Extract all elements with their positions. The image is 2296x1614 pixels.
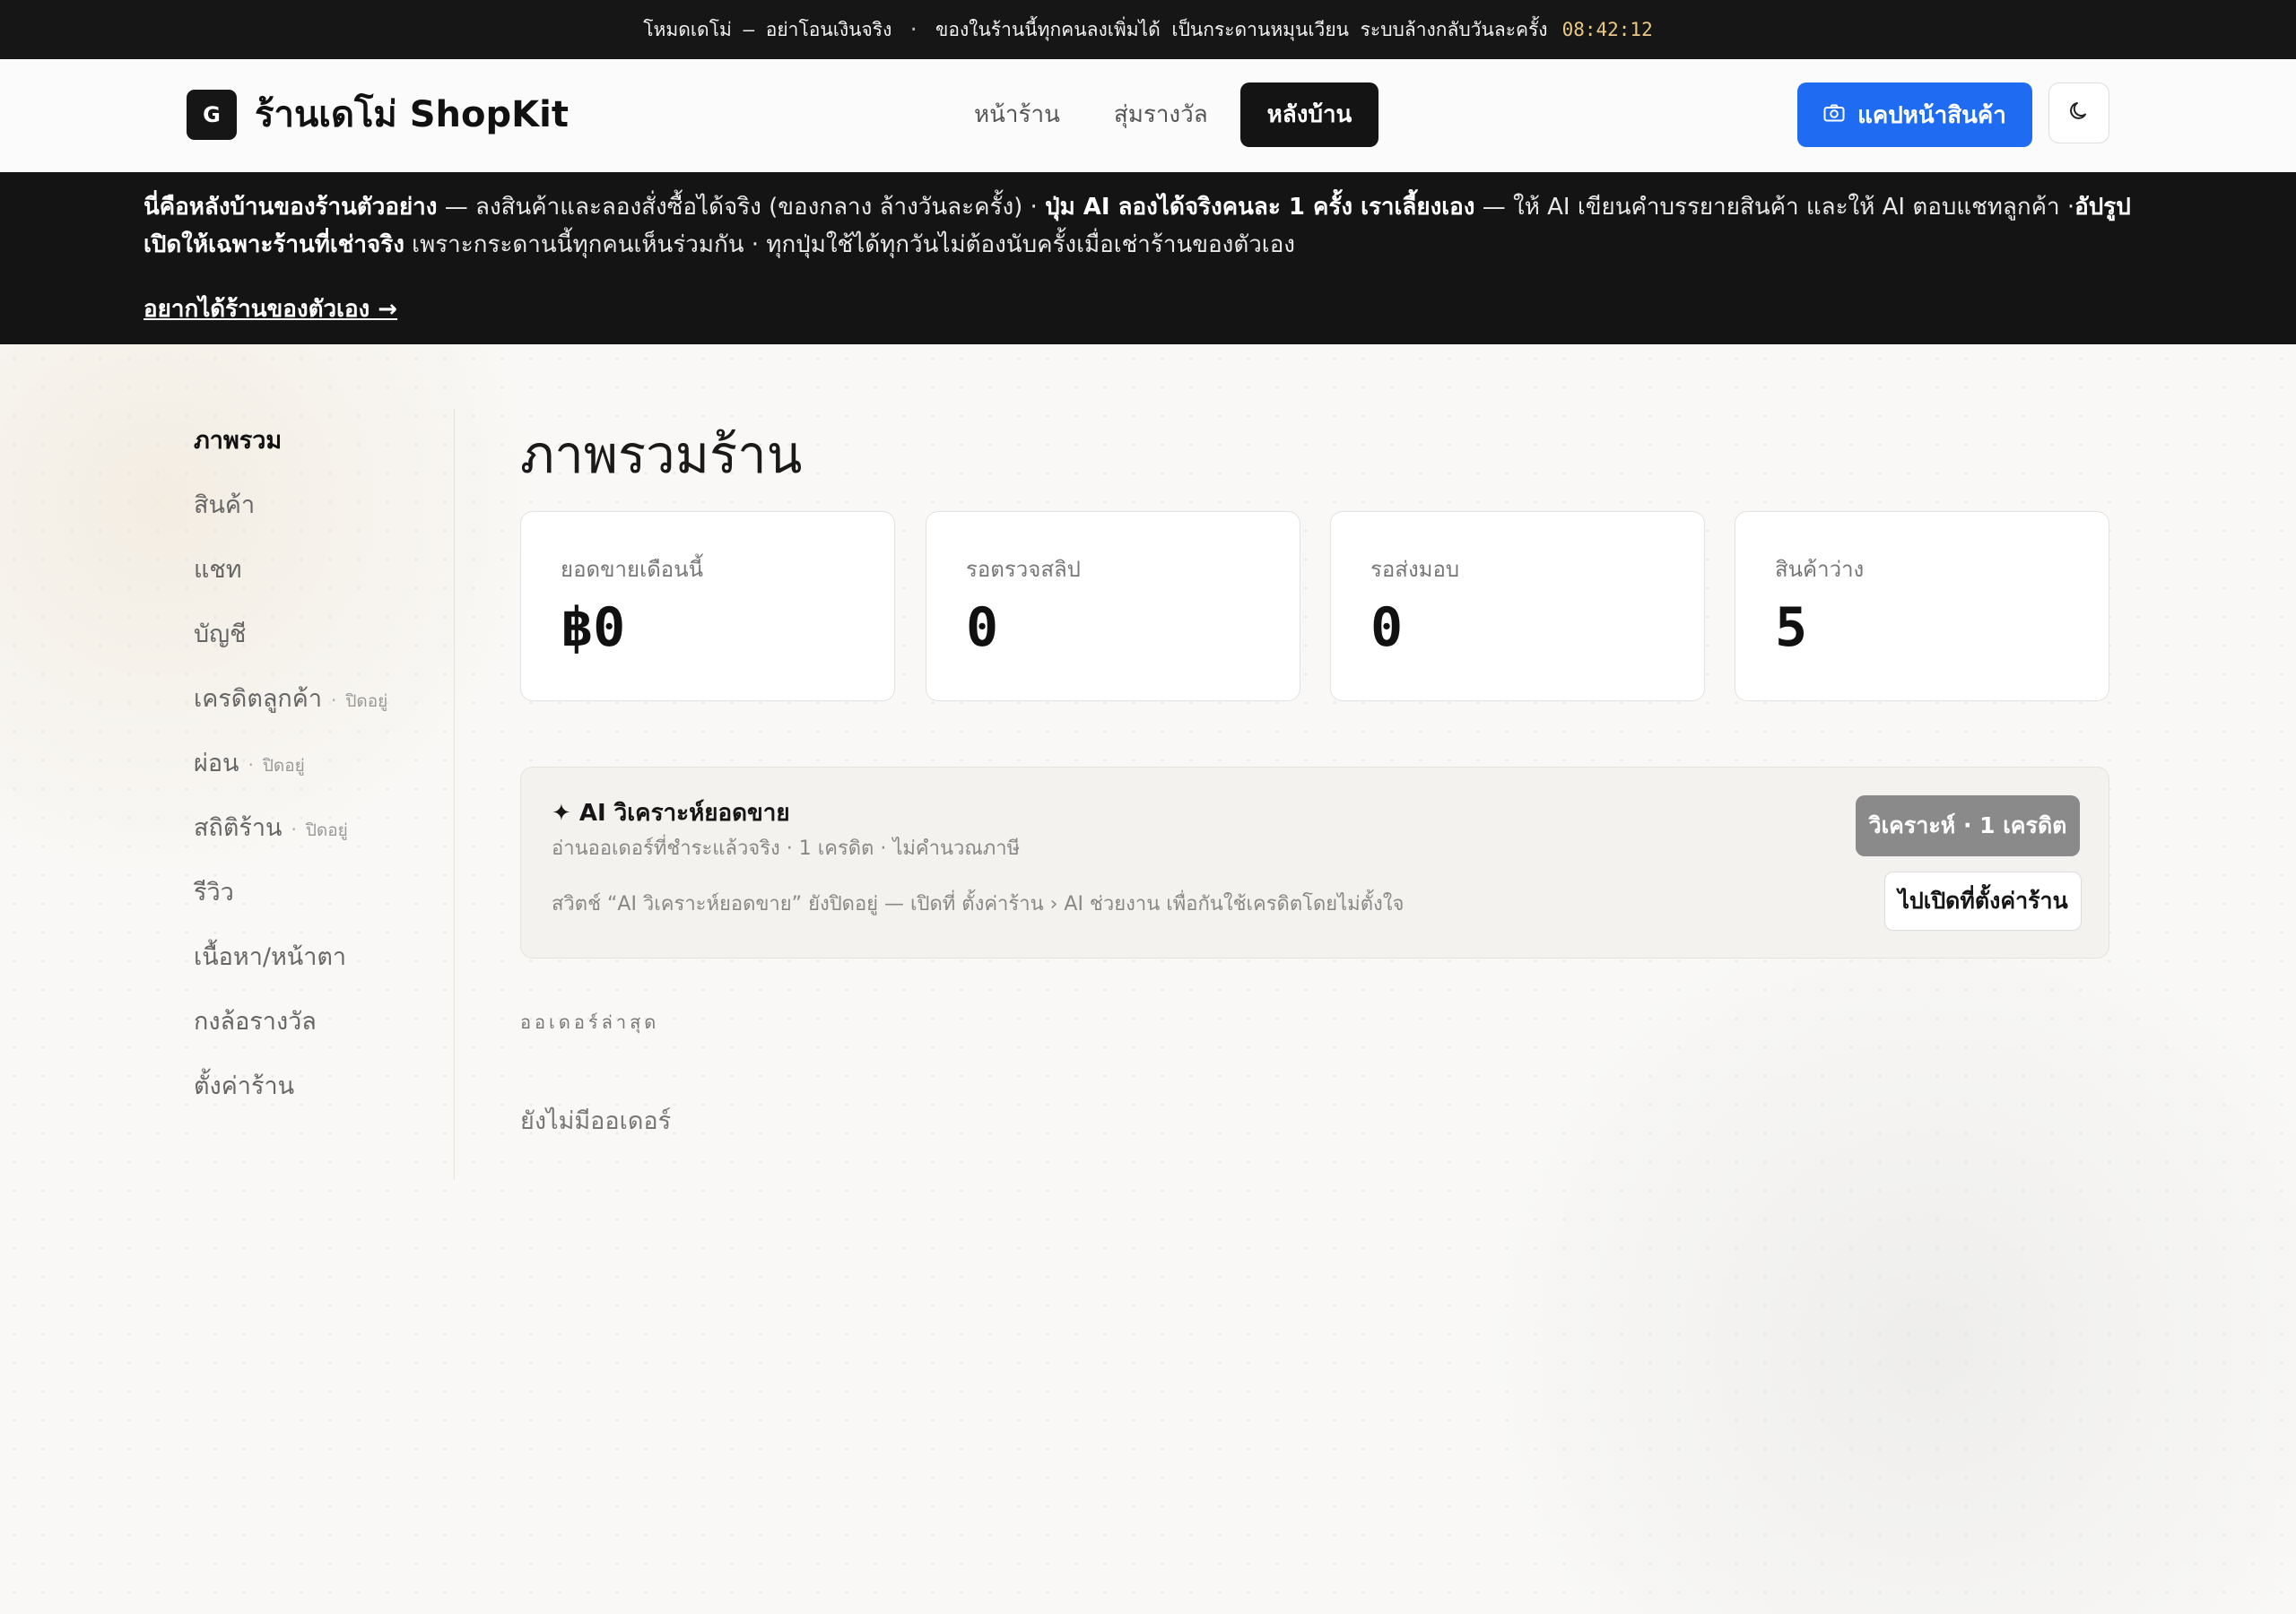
- demo-notice-text: นี่คือหลังบ้านของร้านตัวอย่าง — ลงสินค้า…: [144, 188, 2161, 264]
- sidebar-item-label: ภาพรวม: [194, 427, 283, 455]
- backoffice-sidebar: ภาพรวม สินค้า แชท บัญชี เครดิตลูกค้า · ปิด…: [176, 409, 455, 1180]
- ai-card-subtitle: อ่านออเดอร์ที่ชำระแล้วจริง · 1 เครดิต · …: [552, 837, 1021, 860]
- separator-dot: ·: [291, 819, 297, 840]
- stat-label: สินค้าว่าง: [1775, 557, 1865, 582]
- capture-product-page-button[interactable]: แคปหน้าสินค้า: [1797, 82, 2032, 147]
- sidebar-item-label: บัญชี: [194, 620, 247, 648]
- notice-shared-board: เพราะกระดานนี้ทุกคนเห็นร่วมกัน · ทุกปุ่ม…: [404, 231, 1295, 258]
- ai-card-disabled-note: สวิตช์ “AI วิเคราะห์ยอดขาย” ยังปิดอยู่ —…: [552, 893, 1405, 915]
- disabled-status: ปิดอยู่: [305, 820, 348, 840]
- stat-card-available-products: สินค้าว่าง 5: [1735, 511, 2109, 701]
- theme-toggle-button[interactable]: [2048, 82, 2109, 143]
- capture-button-label: แคปหน้าสินค้า: [1857, 101, 2006, 129]
- stat-value: 0: [1370, 596, 1404, 659]
- stat-label: รอส่งมอบ: [1370, 557, 1460, 582]
- nav-backoffice[interactable]: หลังบ้าน: [1239, 82, 1379, 147]
- sidebar-item-label: สินค้า: [194, 491, 256, 519]
- sidebar-item-products[interactable]: สินค้า: [176, 473, 454, 538]
- sidebar-item-label: ผ่อน: [194, 750, 239, 777]
- sidebar-item-chat[interactable]: แชท: [176, 538, 454, 603]
- nav-storefront[interactable]: หน้าร้าน: [952, 82, 1082, 147]
- sidebar-item-shop-stats[interactable]: สถิติร้าน · ปิดอยู่: [176, 796, 454, 861]
- sidebar-item-label: แชท: [194, 556, 242, 584]
- demo-notice-banner: นี่คือหลังบ้านของร้านตัวอย่าง — ลงสินค้า…: [0, 172, 2296, 344]
- camera-icon: [1823, 101, 1845, 128]
- demo-reset-message: ของในร้านนี้ทุกคนลงเพิ่มได้ เป็นกระดานหม…: [935, 18, 1548, 40]
- stat-value: 0: [966, 596, 999, 659]
- reset-countdown-clock: 08:42:12: [1561, 19, 1653, 40]
- demo-ticker-bar: โหมดเดโม่ — อย่าโอนเงินจริง · ของในร้านน…: [0, 0, 2296, 59]
- ai-sales-analysis-card: ✦ AI วิเคราะห์ยอดขาย อ่านออเดอร์ที่ชำระแ…: [520, 767, 2109, 959]
- main-nav: หน้าร้าน สุ่มรางวัล หลังบ้าน: [952, 82, 1379, 147]
- notice-try-products: — ลงสินค้าและลองสั่งซื้อได้จริง (ของกลาง…: [437, 194, 1046, 221]
- sidebar-item-label: สถิติร้าน: [194, 814, 283, 842]
- sidebar-item-shop-settings[interactable]: ตั้งค่าร้าน: [176, 1054, 454, 1119]
- notice-backoffice-intro: นี่คือหลังบ้านของร้านตัวอย่าง: [144, 194, 438, 221]
- shop-brand-name[interactable]: ร้านเดโม่ ShopKit: [255, 90, 569, 140]
- stat-value: 5: [1775, 596, 1808, 659]
- stat-value: ฿0: [561, 596, 626, 659]
- disabled-status: ปิดอยู่: [262, 756, 305, 776]
- notice-ai-features: — ให้ AI เขียนคำบรรยายสินค้า และให้ AI ต…: [1474, 194, 2075, 221]
- go-to-settings-button[interactable]: ไปเปิดที่ตั้งค่าร้าน: [1884, 872, 2082, 931]
- separator-dot: ·: [330, 690, 337, 711]
- shop-logo[interactable]: G: [187, 90, 237, 140]
- notice-ai-trial: ปุ่ม AI ลองได้จริงคนละ 1 ครั้ง เราเลี้ยง…: [1045, 194, 1475, 221]
- stat-card-pending-delivery: รอส่งมอบ 0: [1330, 511, 1705, 701]
- sidebar-item-accounts[interactable]: บัญชี: [176, 603, 454, 667]
- ai-card-title: ✦ AI วิเคราะห์ยอดขาย: [552, 800, 790, 827]
- sidebar-item-prize-wheel[interactable]: กงล้อรางวัล: [176, 990, 454, 1054]
- ticker-separator: ·: [908, 19, 919, 40]
- sidebar-item-reviews[interactable]: รีวิว: [176, 861, 454, 925]
- moon-icon: [2067, 100, 2091, 126]
- sidebar-item-installments[interactable]: ผ่อน · ปิดอยู่: [176, 732, 454, 796]
- demo-mode-text: โหมดเดโม่ — อย่าโอนเงินจริง: [643, 18, 892, 40]
- disabled-status: ปิดอยู่: [345, 691, 388, 711]
- get-own-shop-link[interactable]: อยากได้ร้านของตัวเอง →: [144, 291, 397, 327]
- recent-orders-heading: ออเดอร์ล่าสุด: [520, 1011, 660, 1033]
- page-title: ภาพรวมร้าน: [520, 424, 803, 485]
- site-header: G ร้านเดโม่ ShopKit หน้าร้าน สุ่มรางวัล …: [0, 59, 2296, 173]
- stat-card-pending-slips: รอตรวจสลิป 0: [926, 511, 1300, 701]
- nav-lucky-draw[interactable]: สุ่มรางวัล: [1092, 82, 1230, 147]
- stat-label: ยอดขายเดือนนี้: [561, 557, 704, 582]
- sidebar-item-content-appearance[interactable]: เนื้อหา/หน้าตา: [176, 925, 454, 990]
- sidebar-item-customer-credit[interactable]: เครดิตลูกค้า · ปิดอยู่: [176, 667, 454, 732]
- sidebar-item-label: รีวิว: [194, 879, 234, 907]
- analyze-sales-button[interactable]: วิเคราะห์ · 1 เครดิต: [1856, 795, 2080, 856]
- stat-card-monthly-sales: ยอดขายเดือนนี้ ฿0: [520, 511, 895, 701]
- stat-label: รอตรวจสลิป: [966, 557, 1081, 582]
- sidebar-item-label: เนื้อหา/หน้าตา: [194, 943, 347, 971]
- separator-dot: ·: [248, 754, 254, 776]
- sidebar-item-overview[interactable]: ภาพรวม: [176, 409, 454, 473]
- sidebar-item-label: เครดิตลูกค้า: [194, 685, 322, 713]
- sidebar-item-label: กงล้อรางวัล: [194, 1008, 317, 1036]
- sidebar-item-label: ตั้งค่าร้าน: [194, 1072, 295, 1100]
- orders-empty-state: ยังไม่มีออเดอร์: [520, 1107, 672, 1135]
